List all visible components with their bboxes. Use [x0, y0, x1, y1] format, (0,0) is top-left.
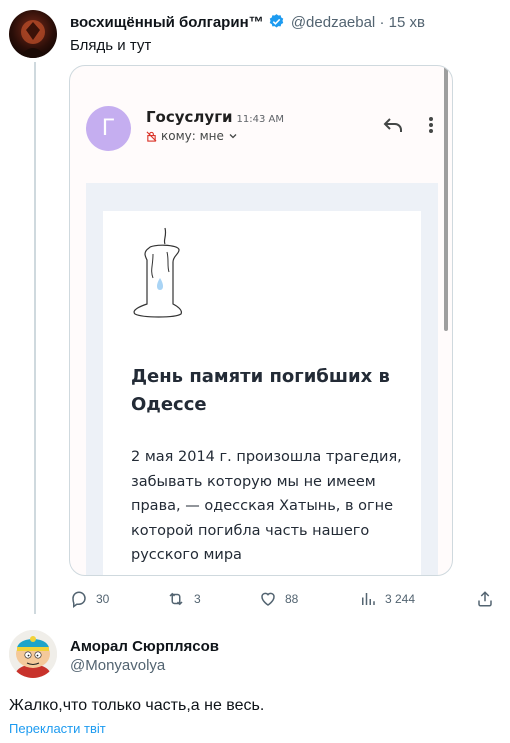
tweet-text: Жалко,что только часть,а не весь.	[9, 697, 265, 714]
views-button[interactable]: 3 244	[359, 590, 415, 608]
tweet-text: Блядь и тут	[70, 37, 152, 54]
tweet-header: восхищённый болгарин™ @dedzaebal · 15 хв	[70, 13, 425, 34]
heart-icon	[261, 592, 275, 606]
reply-button[interactable]: 30	[70, 590, 109, 608]
reply-arrow-icon	[382, 116, 404, 139]
timestamp[interactable]: 15 хв	[389, 14, 425, 31]
email-paragraph: 2 мая 2014 г. произошла трагедия, забыва…	[131, 449, 402, 563]
recipient-line: кому: мне	[146, 129, 238, 143]
share-button[interactable]	[476, 590, 494, 608]
candle-icon	[123, 226, 193, 331]
like-button[interactable]: 88	[259, 590, 298, 608]
more-vertical-icon	[428, 116, 434, 139]
unencrypted-icon	[146, 131, 157, 142]
verified-badge-icon	[268, 13, 285, 34]
thread-line	[34, 62, 36, 614]
retweet-count: 3	[194, 592, 201, 606]
chevron-down-icon	[229, 134, 237, 139]
avatar[interactable]	[9, 10, 57, 58]
scrollbar[interactable]	[444, 66, 448, 331]
display-name[interactable]: Аморал Сюрплясов	[70, 638, 219, 655]
email-card: День памяти погибших в Одессе 2 мая 2014…	[103, 211, 421, 575]
like-count: 88	[285, 592, 299, 606]
email-time: 11:43 AM	[236, 114, 285, 125]
display-name[interactable]: восхищённый болгарин™	[70, 14, 264, 31]
share-icon	[478, 591, 492, 607]
views-count: 3 244	[385, 592, 416, 606]
recipient-label: кому: мне	[161, 129, 224, 143]
sender-avatar: Г	[86, 106, 131, 151]
sender-name: Госуслуги 11:43 AM	[146, 108, 285, 126]
tweet-media[interactable]: Г Госуслуги 11:43 AM кому: мне День памят…	[69, 65, 453, 576]
avatar[interactable]	[9, 630, 57, 678]
retweet-icon	[169, 592, 183, 606]
email-heading: День памяти погибших в Одессе	[131, 366, 390, 415]
handle[interactable]: @dedzaebal	[291, 14, 375, 31]
retweet-button[interactable]: 3	[166, 590, 201, 608]
reply-icon	[72, 591, 86, 608]
views-icon	[362, 593, 375, 605]
translate-link[interactable]: Перекласти твіт	[9, 721, 106, 736]
separator: ·	[379, 14, 385, 31]
handle[interactable]: @Monyavolya	[70, 657, 165, 674]
reply-count: 30	[96, 592, 110, 606]
